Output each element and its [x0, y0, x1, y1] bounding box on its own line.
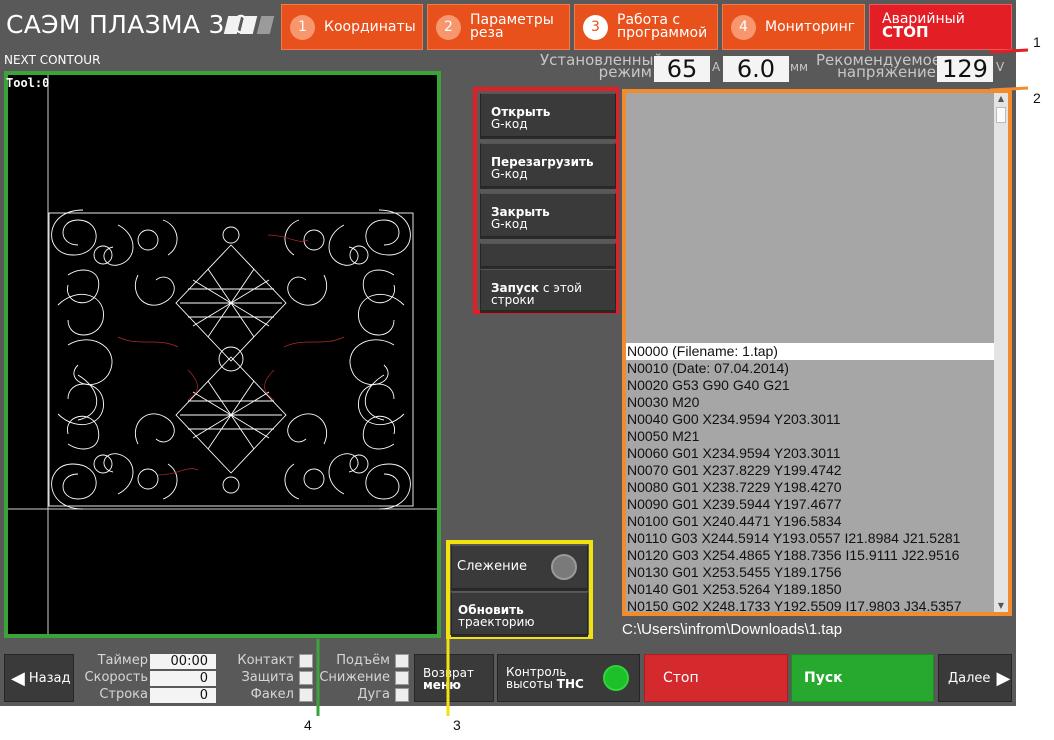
callout-4: 4	[304, 717, 312, 733]
callout-lines	[316, 48, 1029, 716]
callout-3: 3	[453, 717, 461, 733]
callout-2: 2	[1033, 90, 1041, 106]
callout-1: 1	[1033, 34, 1041, 50]
